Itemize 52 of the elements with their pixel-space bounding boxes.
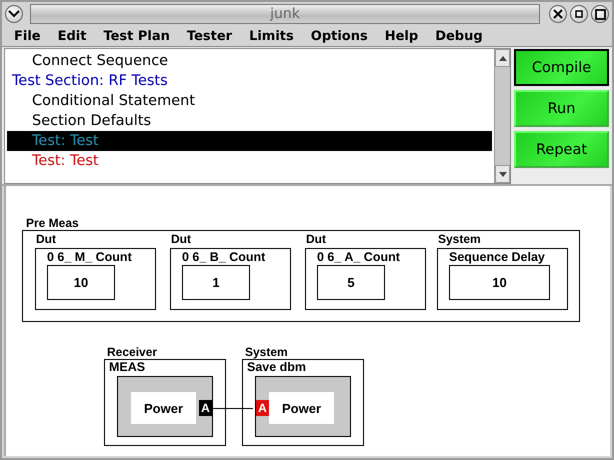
outline-item[interactable]: Test: Test — [32, 133, 99, 149]
caret-down-icon — [498, 172, 506, 176]
node-name: Save dbm — [247, 360, 306, 374]
value-field[interactable]: 10 — [47, 265, 115, 300]
scroll-up-button[interactable] — [495, 49, 510, 67]
function-label: Power — [269, 392, 334, 424]
chevron-down-icon — [8, 10, 20, 18]
menu-item[interactable]: Debug — [435, 28, 483, 44]
scrollbar[interactable] — [494, 49, 510, 183]
outline-item[interactable]: Connect Sequence — [32, 53, 168, 69]
value-field[interactable]: 5 — [317, 265, 385, 300]
square-icon — [594, 8, 606, 20]
close-button[interactable] — [549, 5, 567, 23]
value-field[interactable]: 1 — [182, 265, 250, 300]
block-category: Dut — [36, 232, 56, 246]
block-name: 0 6_ A_ Count — [317, 250, 400, 264]
node-name: MEAS — [109, 360, 146, 374]
close-icon — [553, 9, 563, 19]
menu-item[interactable]: Limits — [249, 28, 294, 44]
action-button[interactable]: Repeat — [514, 131, 609, 168]
caret-up-icon — [498, 56, 506, 60]
function-label: Power — [131, 392, 196, 424]
outline-item[interactable]: Section Defaults — [32, 113, 152, 129]
block-name: Sequence Delay — [449, 250, 545, 264]
value-field[interactable]: 10 — [449, 265, 550, 300]
port-marker[interactable]: A — [199, 400, 212, 416]
maximize-button[interactable] — [591, 5, 609, 23]
menu-item[interactable]: File — [14, 28, 41, 44]
action-button[interactable]: Run — [514, 90, 609, 127]
block-name: 0 6_ B_ Count — [182, 250, 266, 264]
block-category: Dut — [306, 232, 326, 246]
block-category: System — [438, 232, 481, 246]
menu-item[interactable]: Options — [310, 28, 368, 44]
menu-item[interactable]: Edit — [58, 28, 86, 44]
outline-item[interactable]: Test: Test — [32, 153, 99, 169]
node-category: System — [245, 345, 288, 359]
action-button[interactable]: Compile — [514, 49, 609, 86]
minimize-button[interactable] — [570, 5, 588, 23]
group-label: Pre Meas — [26, 216, 79, 230]
menu-item[interactable]: Tester — [186, 28, 232, 44]
outline-item[interactable]: Test Section: RF Tests — [12, 73, 168, 89]
menu-item[interactable]: Help — [384, 28, 418, 44]
outline-item[interactable]: Conditional Statement — [32, 93, 196, 109]
scroll-down-button[interactable] — [495, 165, 510, 183]
window-menu-button[interactable] — [5, 5, 23, 23]
window-title: junk — [30, 4, 540, 24]
node-category: Receiver — [107, 345, 158, 359]
menu-item[interactable]: Test Plan — [103, 28, 170, 44]
small-square-icon — [575, 10, 583, 18]
block-name: 0 6_ M_ Count — [47, 250, 132, 264]
port-marker[interactable]: A — [256, 400, 269, 416]
block-category: Dut — [171, 232, 191, 246]
